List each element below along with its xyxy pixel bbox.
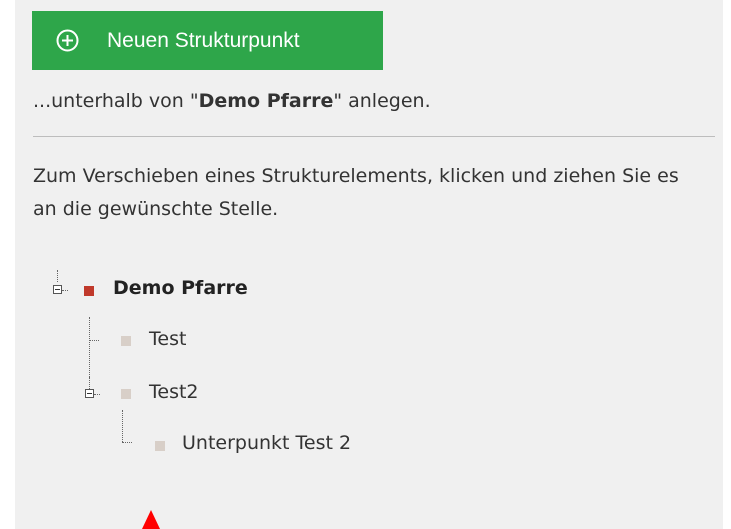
tree-connector — [122, 410, 123, 442]
drag-instructions: Zum Verschieben eines Strukturelements, … — [33, 165, 679, 220]
tree-node-test2[interactable]: Test2 — [149, 381, 199, 403]
tree-node-demo-pfarre[interactable]: Demo Pfarre — [113, 277, 248, 299]
new-structure-item-label: Neuen Strukturpunkt — [107, 28, 300, 52]
tree-node-unterpunkt-test-2[interactable]: Unterpunkt Test 2 — [182, 432, 351, 454]
divider — [33, 136, 715, 137]
tree-connector — [89, 377, 90, 387]
node-marker-icon — [155, 441, 165, 451]
helper-parent-name: Demo Pfarre — [198, 90, 334, 112]
right-edge — [723, 0, 731, 529]
node-marker-icon — [121, 389, 131, 399]
new-structure-item-button[interactable]: Neuen Strukturpunkt — [32, 11, 383, 70]
structure-panel — [15, 0, 723, 529]
tree-connector — [57, 270, 58, 282]
tree-connector — [122, 442, 132, 443]
tree-connector — [89, 340, 99, 341]
tree-node-test[interactable]: Test — [149, 328, 186, 350]
collapse-toggle-test2[interactable] — [85, 389, 94, 398]
helper-text: ...unterhalb von "Demo Pfarre" anlegen. — [33, 90, 431, 112]
node-marker-icon — [84, 286, 94, 296]
collapse-toggle-demo-pfarre[interactable] — [53, 285, 62, 294]
tree-connector — [62, 290, 68, 291]
tree-connector — [94, 394, 100, 395]
helper-suffix: " anlegen. — [333, 90, 431, 112]
helper-prefix: ...unterhalb von " — [33, 90, 199, 112]
node-marker-icon — [121, 336, 131, 346]
red-arrow-cursor-icon — [142, 510, 160, 529]
plus-circle-icon — [56, 29, 79, 52]
